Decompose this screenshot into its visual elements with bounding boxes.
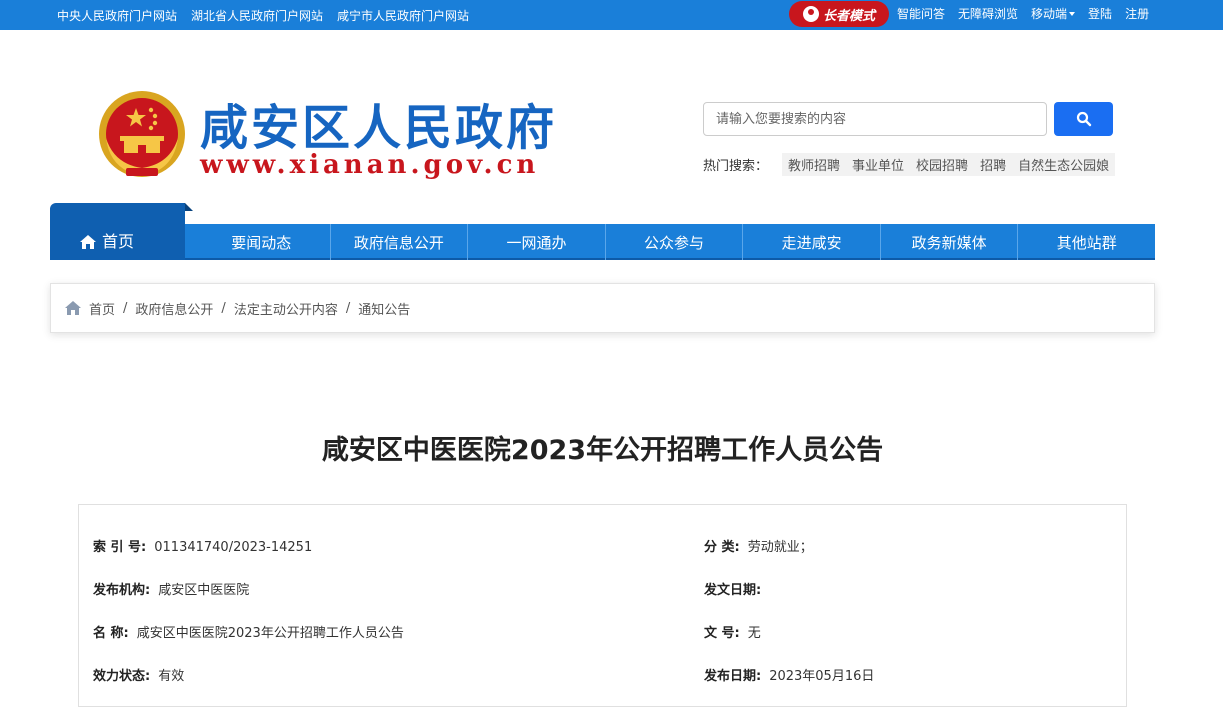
breadcrumb-statutory[interactable]: 法定主动公开内容: [234, 299, 338, 318]
elder-mode-label: 长者模式: [822, 8, 875, 24]
meta-org-value: 咸安区中医医院: [158, 583, 250, 598]
meta-index: 索 引 号: 011341740/2023-14251: [93, 536, 312, 555]
hot-search-item[interactable]: 校园招聘: [910, 152, 975, 176]
nav-item-about-xianan[interactable]: 走进咸安: [743, 224, 881, 260]
document-meta-table: 索 引 号: 011341740/2023-14251 分 类: 劳动就业； 发布机…: [78, 504, 1127, 707]
nav-item-home[interactable]: 首页: [50, 203, 193, 260]
meta-category: 分 类: 劳动就业；: [704, 536, 813, 555]
mobile-label: 移动端: [1031, 6, 1068, 21]
chevron-down-icon: [1069, 12, 1076, 16]
nav-item-other-sites[interactable]: 其他站群: [1018, 224, 1155, 260]
meta-category-value: 劳动就业；: [747, 540, 813, 555]
register-link[interactable]: 注册: [1125, 5, 1149, 22]
breadcrumb-home[interactable]: 首页: [89, 299, 115, 318]
nav-item-news[interactable]: 要闻动态: [193, 224, 331, 260]
article-title: 咸安区中医医院2023年公开招聘工作人员公告: [321, 435, 884, 466]
meta-pub-date-value: 2023年05月16日: [769, 669, 875, 684]
nav-item-one-stop[interactable]: 一网通办: [468, 224, 606, 260]
accessible-browse-link[interactable]: 无障碍浏览: [958, 5, 1018, 22]
meta-name-value: 咸安区中医医院2023年公开招聘工作人员公告: [136, 626, 404, 641]
meta-name-label: 名 称:: [93, 626, 129, 641]
login-link[interactable]: 登陆: [1088, 5, 1112, 22]
top-link-hubei-gov[interactable]: 湖北省人民政府门户网站: [191, 7, 323, 24]
home-icon: [80, 235, 96, 249]
nav-home-label: 首页: [102, 232, 135, 251]
meta-index-value: 011341740/2023-14251: [154, 540, 313, 555]
breadcrumb: 首页 / 政府信息公开 / 法定主动公开内容 / 通知公告: [50, 283, 1155, 333]
breadcrumb-separator: /: [221, 300, 226, 316]
search-button[interactable]: [1054, 102, 1113, 136]
hot-search-label: 热门搜索：: [703, 158, 769, 174]
site-domain: www.xianan.gov.cn: [200, 150, 540, 180]
nav-item-public-participation[interactable]: 公众参与: [606, 224, 744, 260]
search-icon: [1076, 111, 1091, 127]
meta-status-value: 有效: [158, 669, 185, 684]
elder-mode-button[interactable]: 长者模式: [789, 1, 889, 27]
hot-search-item[interactable]: 教师招聘: [782, 152, 847, 176]
meta-pub-date-label: 发布日期:: [704, 669, 762, 684]
top-link-central-gov[interactable]: 中央人民政府门户网站: [57, 7, 177, 24]
home-icon: [65, 301, 81, 315]
national-emblem-icon: [99, 91, 185, 177]
meta-status: 效力状态: 有效: [93, 665, 184, 684]
nav-items: 要闻动态 政府信息公开 一网通办 公众参与 走进咸安 政务新媒体 其他站群: [193, 224, 1155, 260]
nav-item-gov-info[interactable]: 政府信息公开: [331, 224, 469, 260]
mobile-dropdown[interactable]: 移动端: [1031, 5, 1076, 22]
hot-search-item[interactable]: 招聘: [974, 152, 1013, 176]
meta-org: 发布机构: 咸安区中医医院: [93, 579, 249, 598]
meta-pub-date: 发布日期: 2023年05月16日: [704, 665, 874, 684]
elder-person-icon: [802, 6, 819, 22]
hot-search-item[interactable]: 事业单位: [846, 152, 911, 176]
breadcrumb-notices[interactable]: 通知公告: [358, 299, 410, 318]
breadcrumb-separator: /: [345, 300, 351, 316]
top-links-right: 智能问答 无障碍浏览 移动端 登陆 注册: [897, 0, 1162, 26]
hot-search-bar: 热门搜索： 教师招聘 事业单位 校园招聘 招聘 自然生态公园娘: [703, 152, 1115, 176]
breadcrumb-separator: /: [123, 300, 128, 316]
meta-doc-no-label: 文 号:: [704, 626, 740, 641]
meta-doc-no: 文 号: 无: [704, 622, 761, 641]
top-link-xianning-gov[interactable]: 咸宁市人民政府门户网站: [337, 7, 469, 24]
top-bar: 中央人民政府门户网站 湖北省人民政府门户网站 咸宁市人民政府门户网站 长者模式 …: [0, 0, 1223, 30]
meta-name: 名 称: 咸安区中医医院2023年公开招聘工作人员公告: [93, 622, 404, 641]
meta-doc-no-value: 无: [747, 626, 761, 641]
hot-search-item[interactable]: 自然生态公园娘: [1012, 152, 1115, 176]
ai-qa-link[interactable]: 智能问答: [897, 5, 945, 22]
nav-item-new-media[interactable]: 政务新媒体: [881, 224, 1019, 260]
meta-issue-date-label: 发文日期:: [704, 583, 762, 598]
top-links-left: 中央人民政府门户网站 湖北省人民政府门户网站 咸宁市人民政府门户网站: [57, 0, 469, 30]
search-input[interactable]: [703, 102, 1047, 136]
meta-issue-date: 发文日期:: [704, 579, 769, 598]
meta-status-label: 效力状态:: [93, 669, 151, 684]
breadcrumb-gov-info[interactable]: 政府信息公开: [135, 299, 213, 318]
meta-org-label: 发布机构:: [93, 583, 151, 598]
meta-index-label: 索 引 号:: [93, 540, 147, 555]
meta-category-label: 分 类:: [704, 540, 740, 555]
site-title: 咸安区人民政府: [200, 100, 558, 156]
